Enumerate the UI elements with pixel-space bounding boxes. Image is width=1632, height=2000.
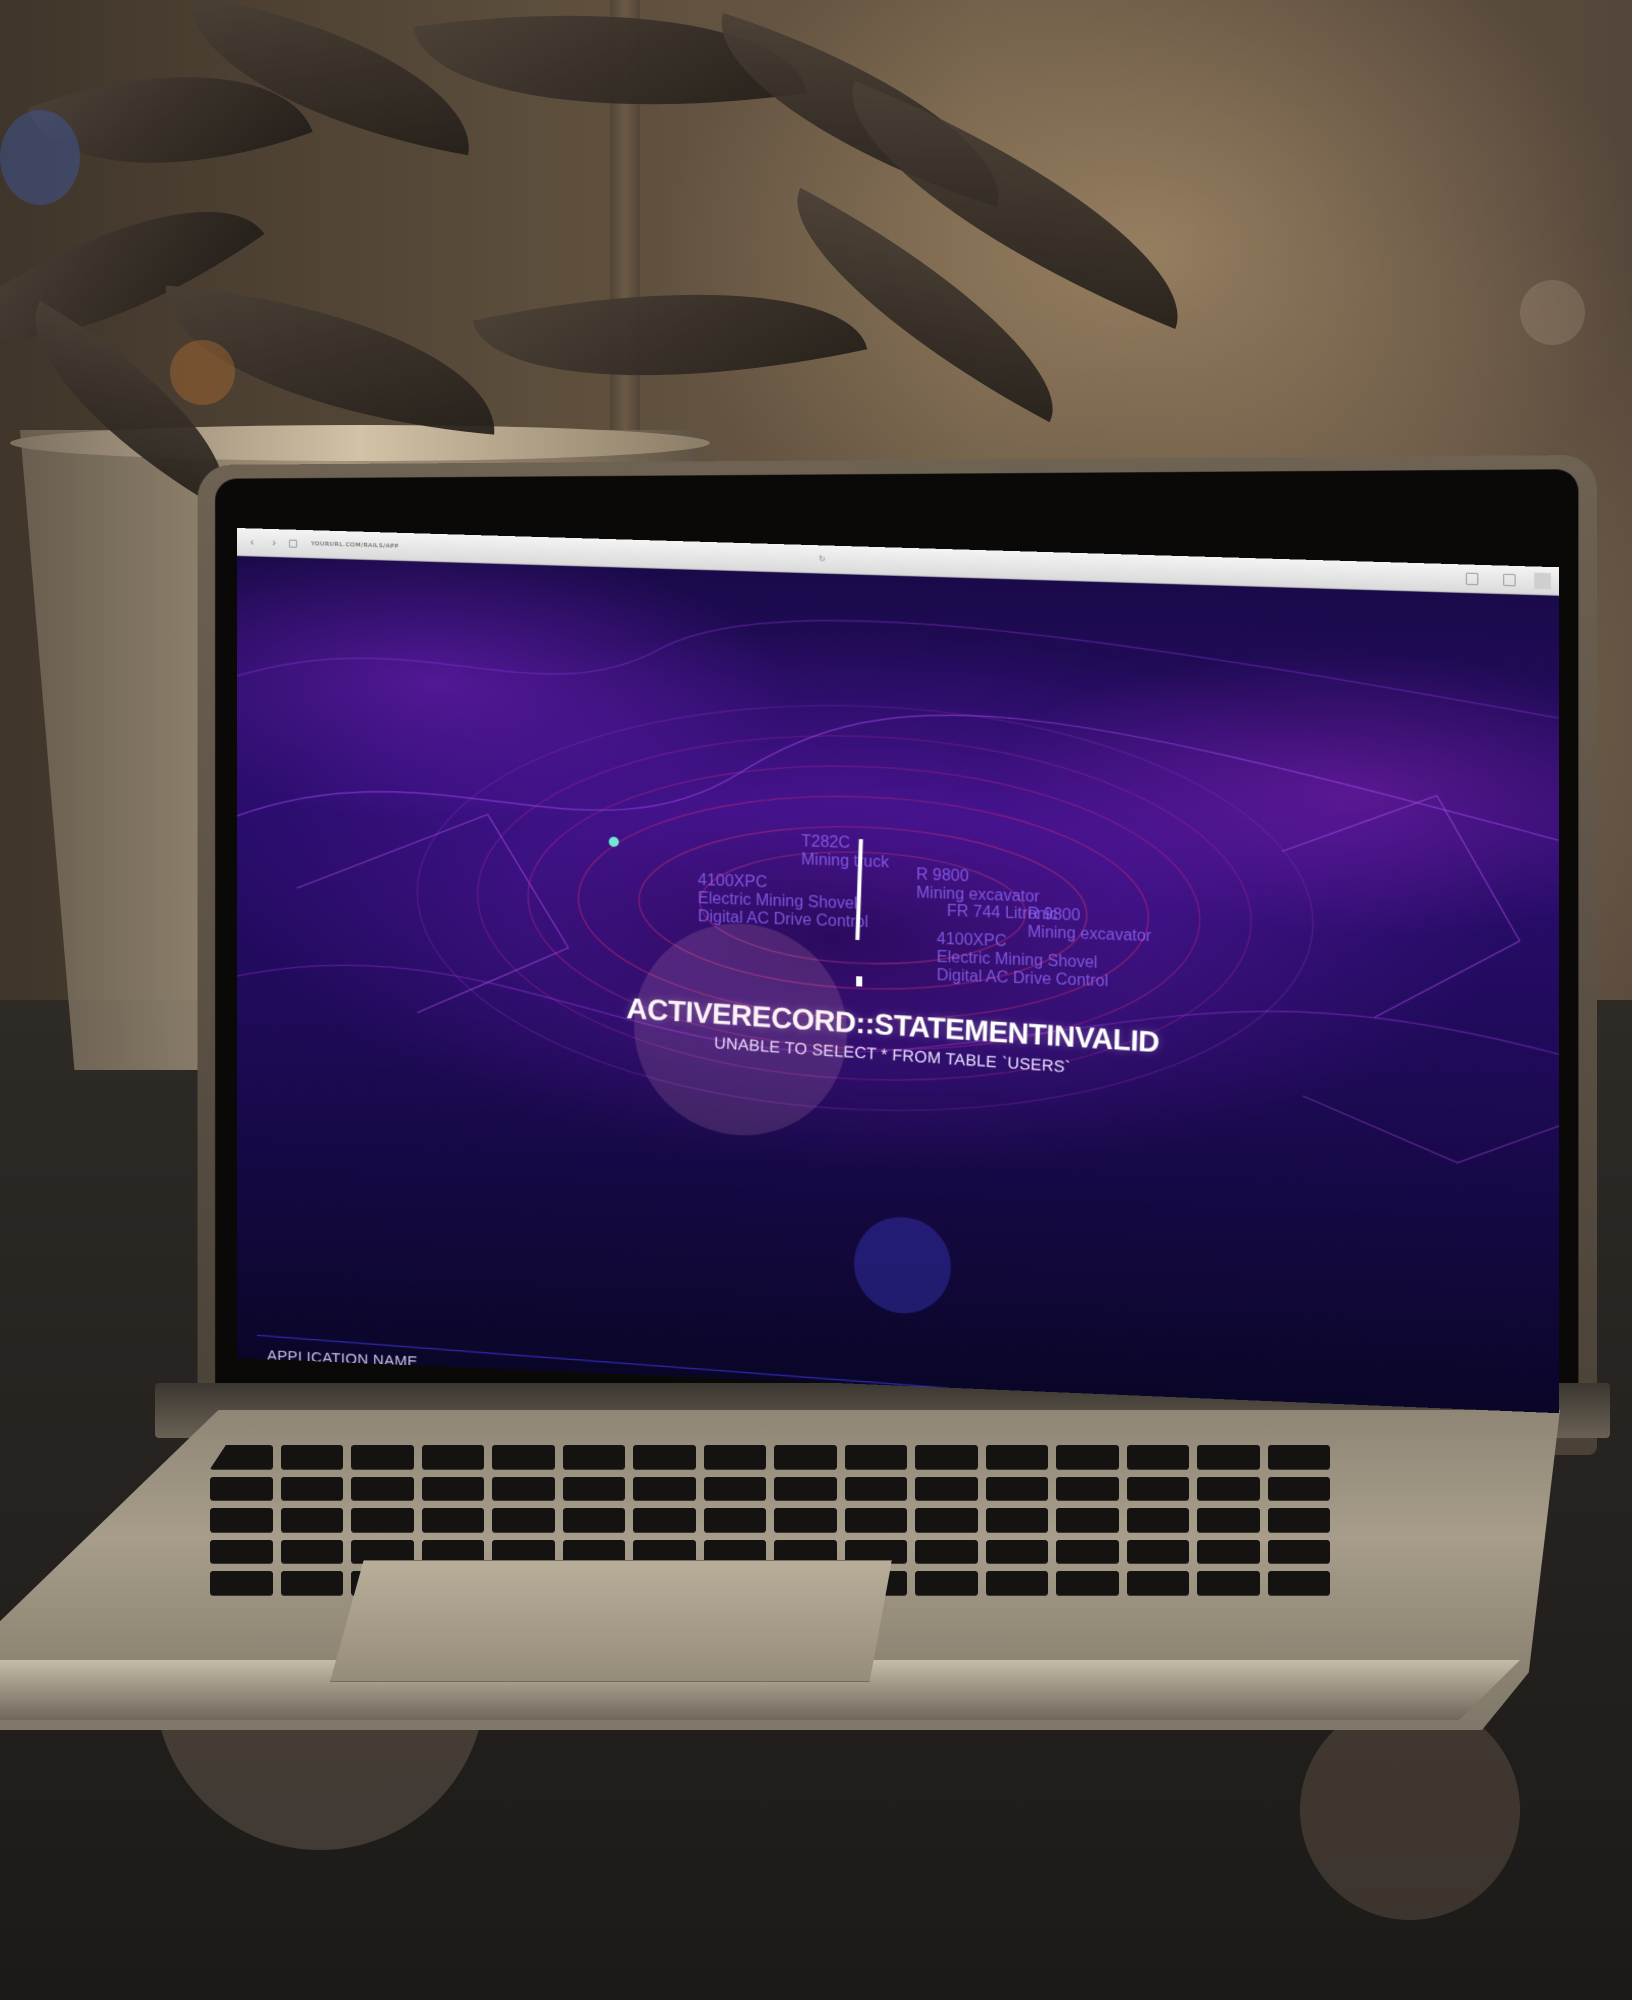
page-viewport: T282C Mining truck 4100XPC Electric Mini… [237,556,1559,1413]
keyboard-key [1127,1540,1190,1564]
keyboard-key [351,1508,414,1532]
address-bar[interactable]: YOURURL.COM/RAILS/APP [311,540,811,562]
keyboard-key [281,1508,344,1532]
keyboard-key [774,1540,837,1564]
keyboard-key [351,1540,414,1564]
keyboard-key [210,1477,273,1501]
keyboard-key [1056,1445,1119,1469]
keyboard-key [351,1445,414,1469]
share-icon[interactable] [1466,572,1478,585]
keyboard-key [281,1477,344,1501]
keyboard-key [1056,1477,1119,1501]
hud-label: 4100XPC Electric Mining Shovel Digital A… [698,872,869,932]
keyboard-key [633,1477,696,1501]
keyboard-key [1127,1508,1190,1532]
keyboard-key [1056,1508,1119,1532]
keyboard-key [1197,1445,1260,1469]
sidebar-toggle-icon[interactable] [1534,572,1551,589]
forward-button[interactable]: › [267,536,281,548]
keyboard-key [281,1445,344,1469]
keyboard-key [351,1477,414,1501]
keyboard-key [774,1445,837,1469]
keyboard-key [633,1508,696,1532]
keyboard-key [210,1540,273,1564]
lock-icon [289,539,297,547]
keyboard-key [1056,1540,1119,1564]
keyboard-key [563,1508,626,1532]
hud-label: T282C Mining truck [801,833,889,872]
keyboard-key [915,1508,978,1532]
laptop-screen: ‹ › YOURURL.COM/RAILS/APP ↻ T282C Mining… [237,528,1559,1413]
keyboard-key [1268,1540,1331,1564]
keyboard-key [563,1477,626,1501]
keyboard-key [1197,1571,1260,1595]
hud-label-caption: Electric Mining Shovel Digital AC Drive … [698,890,869,932]
keyboard-key [986,1508,1049,1532]
keyboard-key [1268,1445,1331,1469]
hud-label: 4100XPC Electric Mining Shovel Digital A… [937,931,1109,992]
back-button[interactable]: ‹ [245,536,259,548]
trackpad [330,1560,892,1682]
keyboard-key [1268,1571,1331,1595]
hud-label-caption: Electric Mining Shovel Digital AC Drive … [937,949,1109,992]
keyboard-key [563,1540,626,1564]
keyboard-key [281,1571,344,1595]
keyboard-key [1056,1571,1119,1595]
keyboard-key [704,1540,767,1564]
keyboard-key [845,1445,908,1469]
keyboard-key [845,1508,908,1532]
keyboard-key [492,1477,555,1501]
keyboard-key [422,1477,485,1501]
keyboard-key [1197,1508,1260,1532]
hud-label: R 9800 Mining excavator [916,866,1040,907]
keyboard-key [492,1508,555,1532]
keyboard-key [422,1508,485,1532]
keyboard-key [1127,1571,1190,1595]
keyboard-key [1268,1477,1331,1501]
keyboard-key [422,1445,485,1469]
keyboard-key [915,1477,978,1501]
tabs-icon[interactable] [1503,573,1515,586]
keyboard-key [281,1540,344,1564]
keyboard-key [210,1571,273,1595]
keyboard-key [1197,1477,1260,1501]
keyboard-key [915,1571,978,1595]
keyboard-key [774,1508,837,1532]
keyboard-key [915,1445,978,1469]
keyboard-key [210,1508,273,1532]
keyboard-key [492,1445,555,1469]
keyboard-key [845,1540,908,1564]
keyboard-key [1197,1540,1260,1564]
hud-label-caption: Mining truck [801,851,889,872]
keyboard-key [422,1540,485,1564]
keyboard-key [704,1445,767,1469]
keyboard-key [563,1445,626,1469]
keyboard-key [633,1540,696,1564]
keyboard-key [986,1477,1049,1501]
keyboard-key [1127,1445,1190,1469]
keyboard-key [845,1477,908,1501]
reload-button[interactable]: ↻ [819,554,826,563]
keyboard-key [986,1571,1049,1595]
keyboard-key [986,1540,1049,1564]
keyboard-key [1127,1477,1190,1501]
divider-dot [856,976,862,986]
keyboard-key [774,1477,837,1501]
keyboard-key [986,1445,1049,1469]
keyboard-key [1268,1508,1331,1532]
keyboard-key [915,1540,978,1564]
keyboard-key [492,1540,555,1564]
keyboard-key [704,1477,767,1501]
keyboard-key [704,1508,767,1532]
keyboard-key [633,1445,696,1469]
